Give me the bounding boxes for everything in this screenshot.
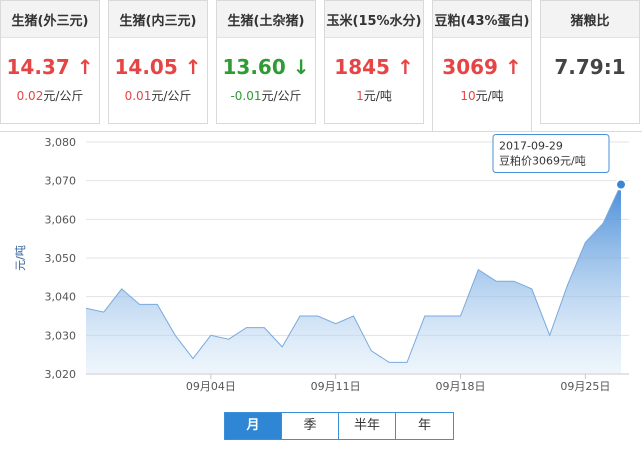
card-hog-neisanyuan[interactable]: 生猪(内三元) 14.05 ↑ 0.01元/公斤: [108, 0, 208, 124]
card-value: 7.79:1: [554, 55, 626, 79]
card-change: -0.01元/公斤: [230, 89, 302, 103]
arrow-up-icon: ↑: [396, 55, 414, 79]
tab-year[interactable]: 年: [396, 413, 453, 439]
y-tick-label: 3,030: [45, 329, 77, 342]
arrow-down-icon: ↓: [292, 55, 310, 79]
card-title: 玉米(15%水分): [325, 1, 423, 38]
card-title: 生猪(外三元): [1, 1, 99, 38]
card-change: 0.01元/公斤: [124, 89, 192, 103]
highlight-point: [615, 178, 627, 191]
y-tick-label: 3,070: [45, 175, 77, 188]
card-change: 10元/吨: [460, 89, 504, 103]
card-title: 生猪(内三元): [109, 1, 207, 38]
tooltip-value: 豆粕价3069元/吨: [499, 154, 586, 168]
tooltip-date: 2017-09-29: [499, 140, 563, 153]
arrow-up-icon: ↑: [504, 55, 522, 79]
arrow-up-icon: ↑: [76, 55, 94, 79]
tab-half-year[interactable]: 半年: [339, 413, 396, 439]
card-soymeal[interactable]: 豆粕(43%蛋白) 3069 ↑ 10元/吨: [432, 0, 532, 132]
card-hog-grain-ratio[interactable]: 猪粮比 7.79:1: [540, 0, 640, 124]
card-title: 生猪(土杂猪): [217, 1, 315, 38]
period-tabs: 月 季 半年 年: [224, 412, 454, 440]
tab-month[interactable]: 月: [225, 413, 282, 439]
y-tick-label: 3,080: [45, 136, 77, 149]
card-value: 13.60 ↓: [222, 55, 310, 79]
series-area: [86, 184, 621, 374]
x-tick-label: 09月18日: [436, 380, 486, 393]
card-value: 14.05 ↑: [114, 55, 202, 79]
chart-svg: 3,020 3,030 3,040 3,050 3,060 3,070 3,080 元/吨 09…: [14, 134, 629, 393]
y-tick-label: 3,060: [45, 213, 77, 226]
card-title: 豆粕(43%蛋白): [433, 1, 531, 38]
card-value: 3069 ↑: [442, 55, 522, 79]
y-axis-label: 元/吨: [14, 245, 27, 271]
card-hog-waisanyuan[interactable]: 生猪(外三元) 14.37 ↑ 0.02元/公斤: [0, 0, 100, 124]
y-tick-label: 3,020: [45, 368, 77, 381]
card-corn[interactable]: 玉米(15%水分) 1845 ↑ 1元/吨: [324, 0, 424, 124]
card-change: 1元/吨: [356, 89, 392, 103]
card-change: 0.02元/公斤: [16, 89, 84, 103]
card-value: 14.37 ↑: [6, 55, 94, 79]
x-tick-label: 09月04日: [186, 380, 236, 393]
arrow-up-icon: ↑: [184, 55, 202, 79]
card-hog-tuzazhu[interactable]: 生猪(土杂猪) 13.60 ↓ -0.01元/公斤: [216, 0, 316, 124]
x-tick-label: 09月25日: [560, 380, 610, 393]
x-tick-label: 09月11日: [311, 380, 361, 393]
card-value: 1845 ↑: [334, 55, 414, 79]
y-tick-label: 3,040: [45, 291, 77, 304]
card-title: 猪粮比: [541, 1, 639, 38]
y-tick-label: 3,050: [45, 252, 77, 265]
price-chart: 3,020 3,030 3,040 3,050 3,060 3,070 3,080 元/吨 09…: [0, 131, 642, 451]
tab-quarter[interactable]: 季: [282, 413, 339, 439]
price-cards: 生猪(外三元) 14.37 ↑ 0.02元/公斤 生猪(内三元) 14.05 ↑…: [0, 0, 642, 132]
